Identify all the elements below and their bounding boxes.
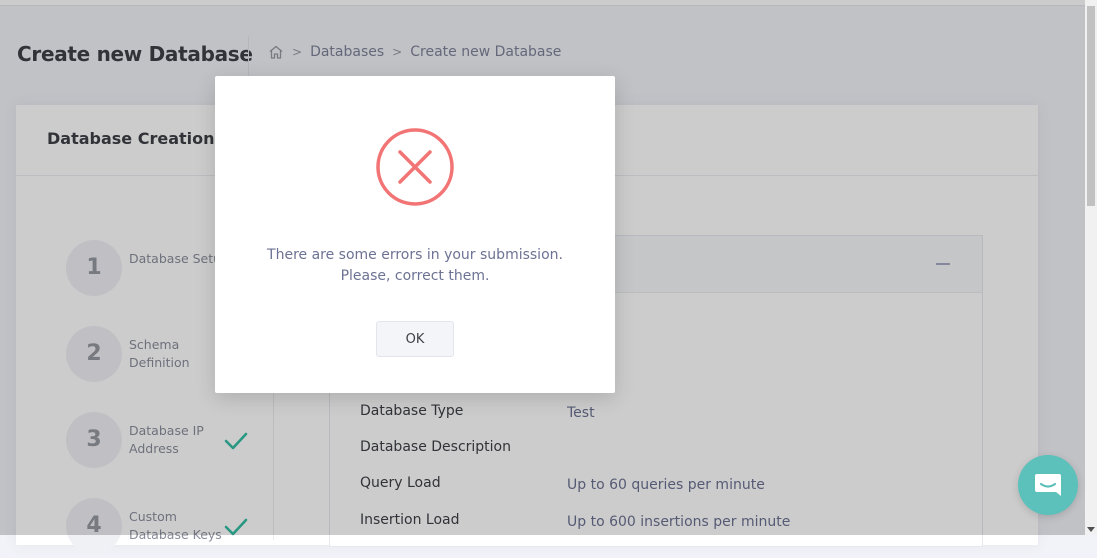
error-x-circle-icon [376, 128, 454, 206]
scrollbar-thumb[interactable] [1087, 6, 1095, 206]
dialog-message-line2: Please, correct them. [340, 268, 490, 284]
dialog-message-line1: There are some errors in your submission… [267, 247, 563, 263]
scroll-down-arrow-icon[interactable] [1087, 527, 1095, 532]
error-dialog: There are some errors in your submission… [215, 76, 615, 393]
scrollbar[interactable] [1085, 0, 1097, 535]
chat-icon [1035, 474, 1061, 496]
chat-launcher-button[interactable] [1018, 455, 1078, 515]
ok-button[interactable]: OK [376, 321, 454, 357]
dialog-message: There are some errors in your submission… [235, 245, 595, 287]
